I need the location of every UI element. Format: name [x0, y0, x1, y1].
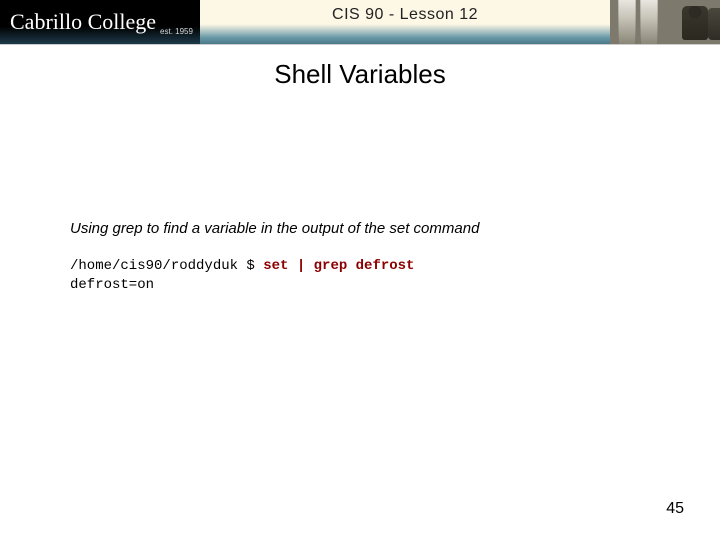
slide-caption: Using grep to find a variable in the out… [70, 220, 650, 237]
terminal-block: /home/cis90/roddyduk $ set | grep defros… [70, 257, 650, 295]
logo-text: Cabrillo College [10, 11, 156, 33]
terminal-prompt: /home/cis90/roddyduk $ [70, 258, 263, 274]
header-banner: Cabrillo College est. 1959 CIS 90 - Less… [0, 0, 720, 45]
header-photo [610, 0, 720, 44]
terminal-command: set | grep defrost [263, 258, 414, 274]
college-logo: Cabrillo College est. 1959 [0, 0, 200, 44]
header-center: CIS 90 - Lesson 12 [200, 0, 610, 44]
photo-figure-icon [682, 6, 708, 40]
terminal-output: defrost=on [70, 277, 154, 293]
slide-title: Shell Variables [0, 59, 720, 90]
course-label: CIS 90 - Lesson 12 [332, 6, 478, 24]
logo-established: est. 1959 [160, 27, 193, 36]
page-number: 45 [666, 500, 684, 518]
slide-content: Using grep to find a variable in the out… [0, 220, 720, 295]
